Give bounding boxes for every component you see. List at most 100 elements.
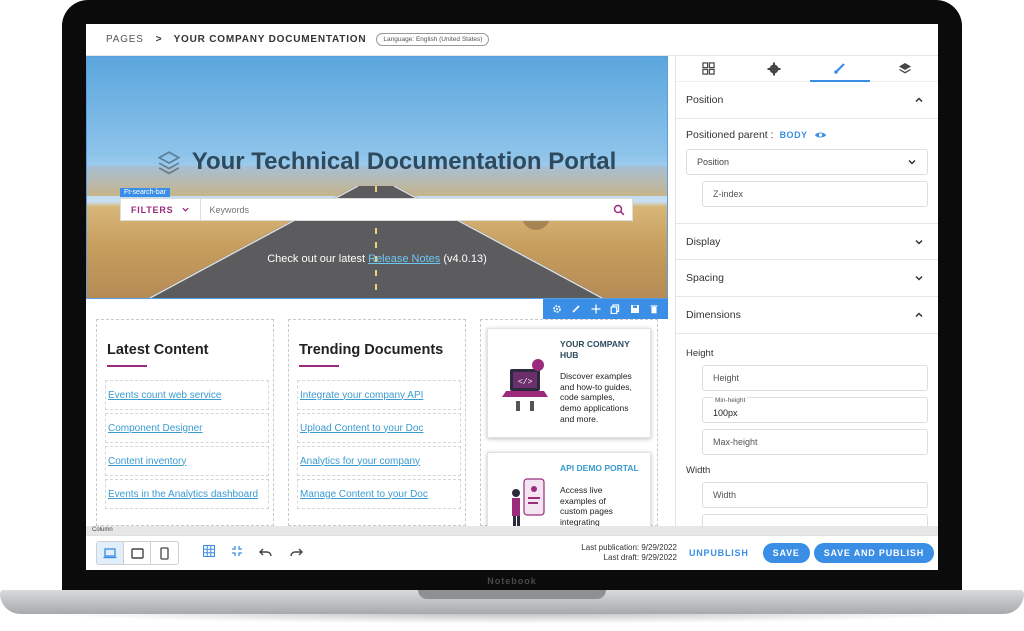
tablet-icon [130, 547, 144, 559]
edit-tool-button[interactable] [571, 304, 581, 314]
hero-banner[interactable]: Your Technical Documentation Portal Ft-s… [86, 56, 668, 299]
last-publication: Last publication: 9/29/2022 [581, 542, 677, 552]
redo-button[interactable] [289, 544, 303, 562]
undo-icon [259, 548, 272, 557]
positioned-parent: Positioned parent : BODY [676, 119, 938, 141]
bottom-tools [202, 544, 303, 562]
latest-link[interactable]: Events count web service [108, 390, 221, 401]
trending-link[interactable]: Integrate your company API [300, 390, 423, 401]
settings-tool-button[interactable] [552, 304, 562, 314]
latest-link[interactable]: Component Designer [108, 423, 203, 434]
positioned-parent-label: Positioned parent : [686, 129, 774, 141]
gear-icon [552, 305, 561, 313]
breadcrumb: PAGES > YOUR COMPANY DOCUMENTATION Langu… [86, 24, 938, 56]
list-item: Events in the Analytics dashboard [105, 479, 269, 509]
tab-layers[interactable] [875, 56, 935, 82]
cards-column[interactable]: </> YOUR COMPANY HUB Discover examples an… [480, 319, 658, 526]
release-prefix: Check out our latest [267, 253, 366, 265]
undo-button[interactable] [259, 544, 273, 562]
min-width-input[interactable] [702, 514, 928, 526]
language-badge[interactable]: Language: English (United States) [376, 33, 490, 46]
move-icon [591, 304, 601, 314]
tab-style[interactable] [809, 56, 870, 82]
trending-link[interactable]: Analytics for your company [300, 456, 420, 467]
brush-icon [572, 305, 580, 313]
breadcrumb-pages[interactable]: PAGES [106, 34, 144, 45]
list-item: Content inventory [105, 446, 269, 476]
layers-icon [899, 62, 912, 73]
desktop-view-button[interactable] [97, 542, 124, 564]
save-tool-button[interactable] [630, 304, 640, 314]
release-version: (v4.0.13) [443, 253, 487, 265]
latest-link[interactable]: Events in the Analytics dashboard [108, 489, 258, 500]
chevron-down-icon [182, 207, 190, 212]
breadcrumb-separator: > [155, 34, 162, 45]
api-demo-portal-card[interactable]: API DEMO PORTAL Access live examples of … [487, 452, 651, 526]
min-height-value: 100px [713, 408, 738, 418]
move-tool-button[interactable] [591, 304, 601, 314]
save-button[interactable]: SAVE [762, 543, 810, 563]
z-index-input[interactable]: Z-index [702, 181, 928, 207]
breadcrumb-current: YOUR COMPANY DOCUMENTATION [173, 34, 367, 45]
gear-icon [767, 62, 781, 75]
eye-icon[interactable] [814, 130, 827, 140]
laptop-notch [418, 590, 606, 599]
chevron-down-icon [915, 239, 923, 245]
fullscreen-button[interactable] [231, 544, 243, 562]
latest-link[interactable]: Content inventory [108, 456, 186, 467]
floppy-icon [630, 305, 639, 313]
search-input[interactable] [201, 204, 606, 215]
copy-tool-button[interactable] [610, 304, 620, 314]
card-title: API DEMO PORTAL [560, 463, 639, 473]
list-item: Integrate your company API [297, 380, 461, 410]
position-select-value: Position [697, 157, 730, 167]
spacing-section-header[interactable]: Spacing [676, 260, 938, 297]
last-draft: Last draft: 9/29/2022 [603, 553, 677, 562]
stack-logo-icon [157, 151, 181, 175]
filters-dropdown[interactable]: FILTERS [121, 199, 202, 220]
max-height-input[interactable]: Max-height [702, 429, 928, 455]
delete-tool-button[interactable] [649, 304, 659, 314]
section-title: Position [686, 94, 724, 106]
properties-panel: Position Positioned parent : BODY Positi… [675, 56, 938, 526]
grid-toggle-button[interactable] [202, 544, 216, 562]
section-title: Dimensions [686, 309, 741, 321]
screen: PAGES > YOUR COMPANY DOCUMENTATION Langu… [86, 24, 938, 570]
tablet-view-button[interactable] [124, 542, 151, 564]
width-input[interactable]: Width [702, 482, 928, 508]
trending-documents-column[interactable]: Trending Documents Integrate your compan… [288, 319, 466, 526]
trending-link[interactable]: Manage Content to your Doc [300, 489, 428, 500]
release-notes-link[interactable]: Release Notes [368, 253, 440, 265]
search-button[interactable] [606, 204, 632, 216]
min-height-input[interactable]: Min-height 100px [702, 397, 928, 423]
position-select[interactable]: Position [686, 149, 928, 175]
release-notes-line: Check out our latest Release Notes (v4.0… [86, 253, 668, 265]
latest-content-column[interactable]: Latest Content Events count web service … [96, 319, 274, 526]
bottom-toolbar: Last publication: 9/29/2022 Last draft: … [86, 535, 938, 570]
list-item: Manage Content to your Doc [297, 479, 461, 509]
display-section-header[interactable]: Display [676, 223, 938, 260]
height-input[interactable]: Height [702, 365, 928, 391]
save-and-publish-button[interactable]: SAVE AND PUBLISH [813, 543, 934, 563]
compress-icon [232, 546, 242, 556]
dimensions-section-header[interactable]: Dimensions [676, 297, 938, 334]
page-canvas: Your Technical Documentation Portal Ft-s… [86, 56, 668, 526]
chevron-down-icon [915, 275, 923, 281]
trending-link[interactable]: Upload Content to your Doc [300, 423, 423, 434]
list-item: Events count web service [105, 380, 269, 410]
mobile-view-button[interactable] [151, 542, 178, 564]
chevron-up-icon [915, 312, 923, 318]
redo-icon [290, 548, 303, 557]
grid-icon [702, 62, 715, 75]
laptop-illustration: </> [502, 359, 548, 411]
tab-blocks[interactable] [679, 56, 739, 82]
laptop-icon [103, 547, 117, 558]
unpublish-button[interactable]: UNPUBLISH [689, 548, 749, 558]
hero-title: Your Technical Documentation Portal [146, 148, 626, 176]
list-item: Analytics for your company [297, 446, 461, 476]
card-title: YOUR COMPANY HUB [560, 339, 630, 361]
company-hub-card[interactable]: </> YOUR COMPANY HUB Discover examples an… [487, 328, 651, 438]
position-section-header[interactable]: Position [676, 82, 938, 119]
positioned-parent-value[interactable]: BODY [780, 130, 808, 140]
tab-settings[interactable] [744, 56, 804, 82]
